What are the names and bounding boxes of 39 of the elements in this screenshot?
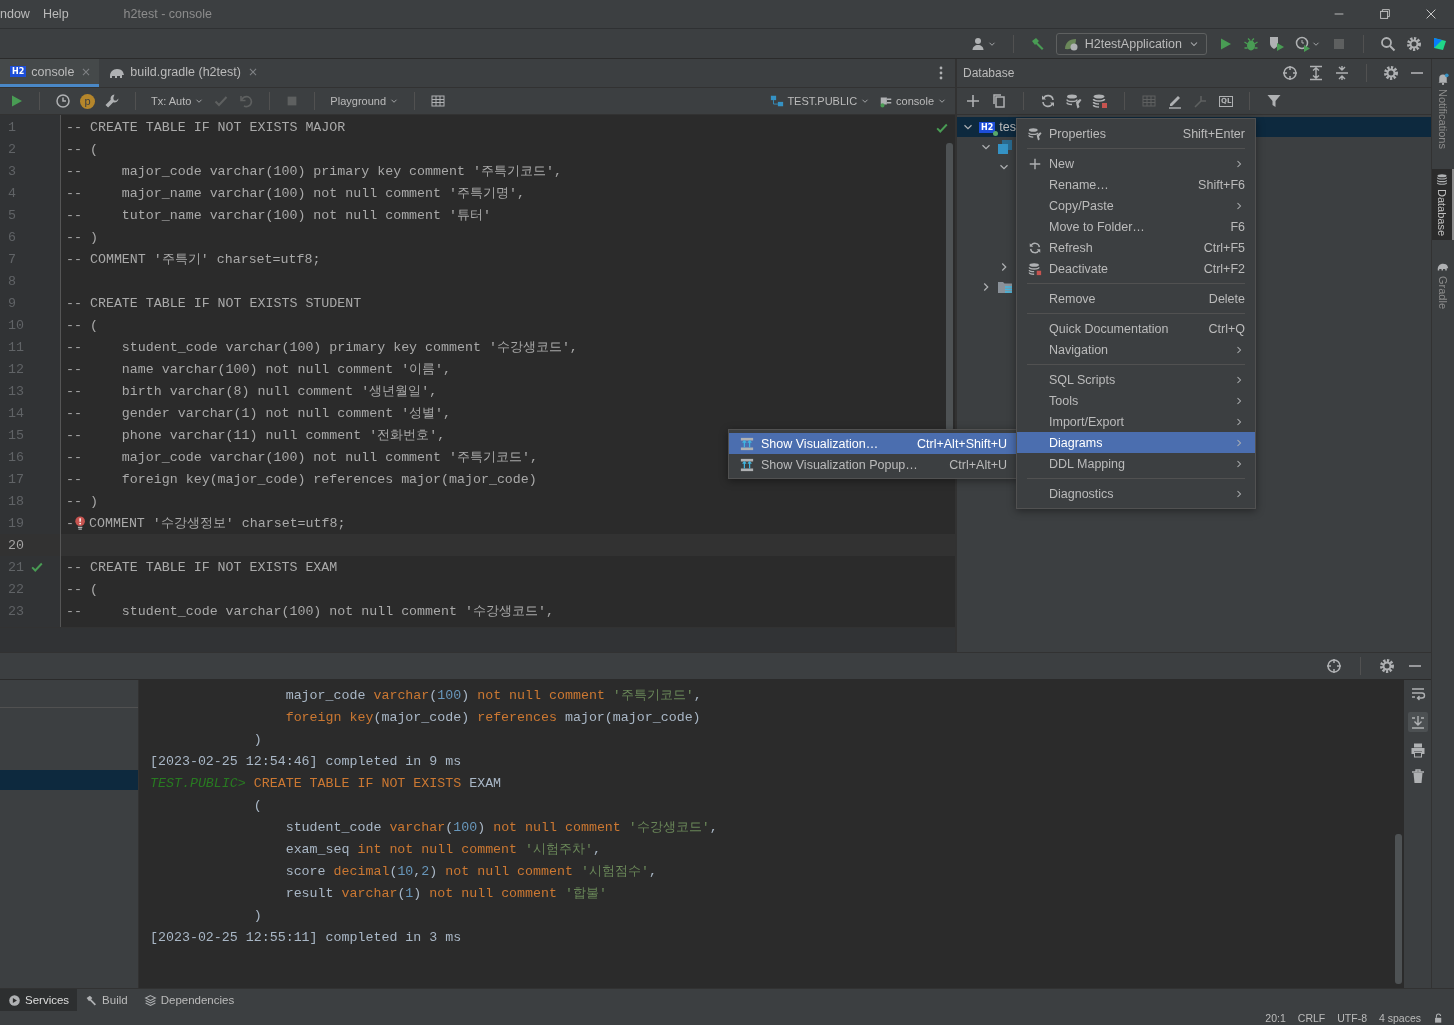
window-title: h2test - console	[123, 7, 212, 21]
console-line: )	[252, 731, 262, 747]
code-line: -- name varchar(100) not null comment '이름',	[65, 361, 452, 378]
code-line: -- tutor_name varchar(100) not null comment '튜터'	[65, 207, 491, 224]
code-line: -- birth varchar(8) null comment '생년월일',	[65, 383, 438, 400]
code-line: -- )	[65, 229, 98, 245]
code-line: -- gender varchar(1) not null comment '성별',	[65, 405, 452, 422]
code-line: -- COMMENT '주특기' charset=utf8;	[65, 251, 321, 268]
console-line: )	[252, 907, 262, 923]
line-number: 20	[8, 537, 24, 553]
code-line: -- CREATE TABLE IF NOT EXISTS EXAM	[65, 559, 338, 575]
code-line: -- phone varchar(11) null comment '전화번호',	[65, 427, 446, 444]
code-line: -- CREATE TABLE IF NOT EXISTS STUDENT	[65, 295, 362, 311]
console-line: exam_seq int not null comment '시험주차',	[284, 841, 601, 858]
code-line: -- CREATE TABLE IF NOT EXISTS MAJOR	[65, 119, 346, 135]
code-line: -- major_code varchar(100) not null comment '주특기코드',	[65, 449, 538, 466]
code-line: -- )	[65, 493, 98, 509]
h2-badge: H2	[979, 121, 996, 133]
code-text: -	[65, 515, 74, 531]
console-line: result varchar(1) not null comment '합불'	[284, 885, 607, 902]
code-line: -- student_code varchar(100) primary key comment '수강생코드',	[65, 339, 578, 356]
code-line: -- (	[65, 581, 98, 597]
console-line: foreign key(major_code) references major(major_code)	[284, 709, 701, 725]
code-line: -- (	[65, 317, 98, 333]
h2-badge: H2	[10, 66, 27, 77]
console-line: student_code varchar(100) not null comment '수강생코드',	[284, 819, 718, 836]
code-line: -- (	[65, 141, 98, 157]
console-line: (	[252, 797, 262, 813]
console-line: [2023-02-25 12:55:11] completed in 3 ms	[150, 929, 462, 945]
console-line: [2023-02-25 12:54:46] completed in 9 ms	[150, 753, 462, 769]
panel-title: Database	[963, 66, 1016, 80]
code-line: -- major_name varchar(100) not null comment '주특기명',	[65, 185, 525, 202]
code-line: COMMENT '수강생정보' charset=utf8;	[88, 515, 346, 532]
code-line: -- major_code varchar(100) primary key comment '주특기코드',	[65, 163, 562, 180]
console-line: TEST.PUBLIC> CREATE TABLE IF NOT EXISTS EXAM	[150, 775, 502, 791]
console-line: major_code varchar(100) not null comment '주특기코드',	[284, 687, 702, 704]
console-line: score decimal(10,2) not null comment '시험점수',	[284, 863, 657, 880]
code-line: -- foreign key(major_code) references major(major_code)	[65, 471, 537, 487]
code-line: -- student_code varchar(100) not null comment '수강생코드',	[65, 603, 554, 620]
